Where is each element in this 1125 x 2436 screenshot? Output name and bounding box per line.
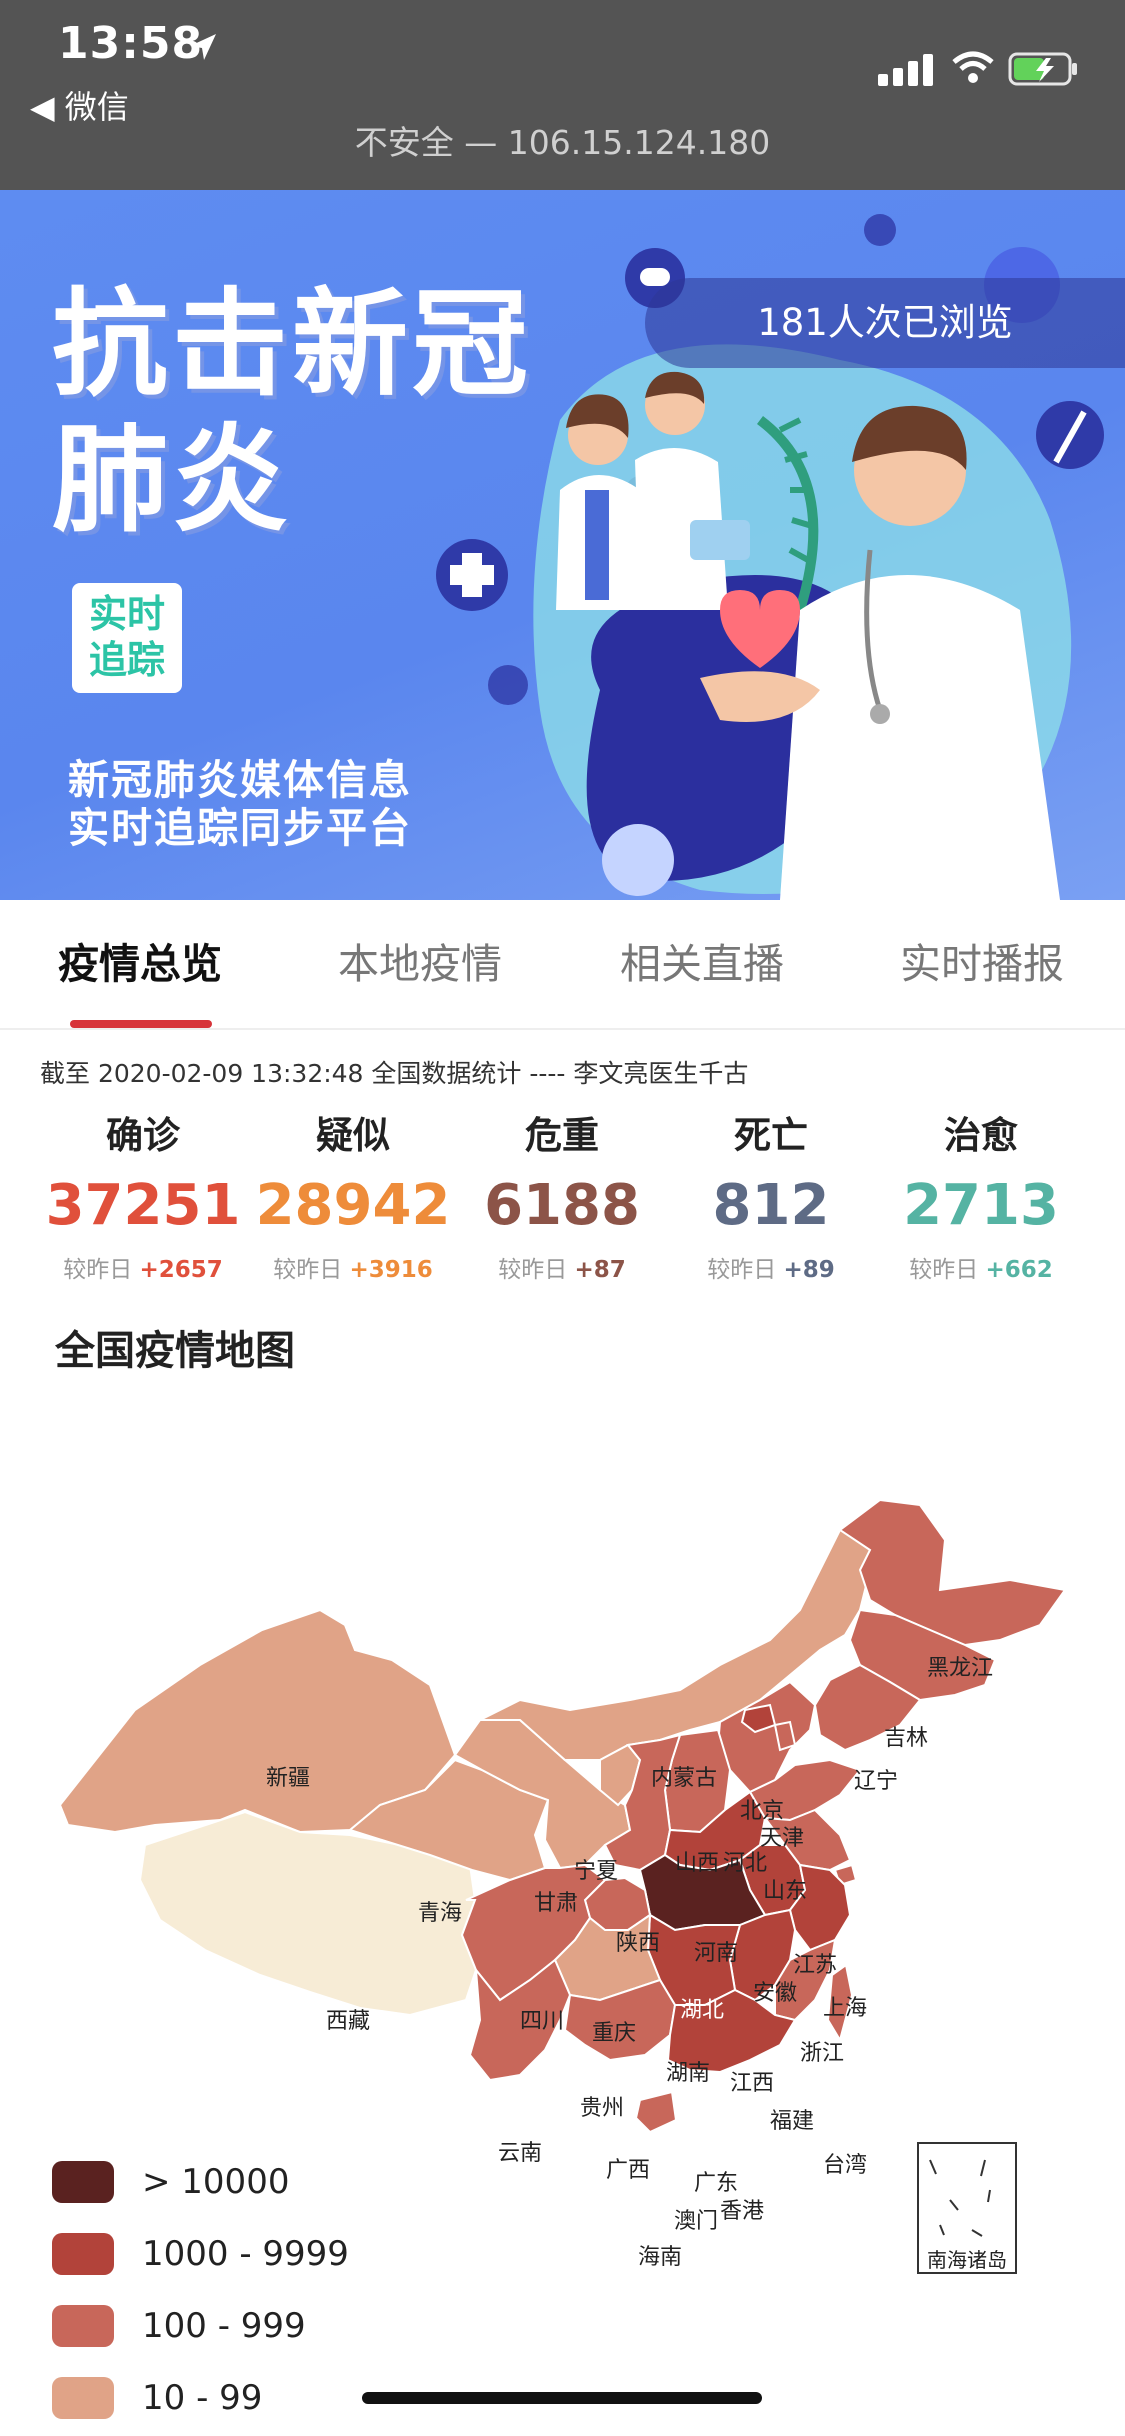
label-guangdong: 广东 <box>694 2171 738 2196</box>
label-hebei: 河北 <box>723 1851 767 1876</box>
status-and-url-bar: 13:58 ◀ 微信 不安全 — 106.15.124.180 <box>0 0 1125 190</box>
label-jilin: 吉林 <box>884 1726 928 1751</box>
data-timestamp: 截至 2020-02-09 13:32:48 全国数据统计 ---- 李文亮医生… <box>40 1059 749 1088</box>
home-indicator[interactable] <box>362 2392 762 2404</box>
label-nanhai: 南海诸岛 <box>927 2248 1007 2272</box>
legend-label: 1000 - 9999 <box>142 2234 349 2274</box>
stat-compare: 较昨日 +87 <box>457 1250 667 1284</box>
realtime-tag: 实时 追踪 <box>72 583 182 693</box>
cell-signal-icon <box>878 52 936 86</box>
stat-compare: 较昨日 +89 <box>666 1250 876 1284</box>
label-neimenggu: 内蒙古 <box>651 1766 717 1791</box>
stat-delta: +87 <box>574 1257 626 1283</box>
label-gansu: 甘肃 <box>534 1891 578 1916</box>
clock: 13:58 <box>58 18 204 69</box>
location-arrow-icon <box>190 34 216 60</box>
label-tianjin: 天津 <box>760 1826 804 1851</box>
stat-compare: 较昨日 +3916 <box>248 1250 458 1284</box>
stat-delta: +2657 <box>139 1257 223 1283</box>
stat-recovered: 治愈 2713 较昨日 +662 <box>876 1105 1086 1284</box>
label-anhui: 安徽 <box>753 1981 797 2006</box>
label-liaoning: 辽宁 <box>854 1769 898 1794</box>
label-jiangsu: 江苏 <box>793 1953 837 1978</box>
map-section-title: 全国疫情地图 <box>55 1328 295 1374</box>
label-taiwan: 台湾 <box>823 2153 867 2178</box>
label-sichuan: 四川 <box>520 2009 564 2034</box>
label-ningxia: 宁夏 <box>574 1859 618 1884</box>
label-xianggang: 香港 <box>720 2199 764 2224</box>
label-beijing: 北京 <box>740 1799 784 1824</box>
stat-compare: 较昨日 +2657 <box>38 1250 248 1284</box>
stat-label: 死亡 <box>734 1114 808 1157</box>
label-qinghai: 青海 <box>418 1901 462 1926</box>
url-bar[interactable]: 不安全 — 106.15.124.180 <box>0 116 1125 164</box>
battery-charging-icon <box>1008 52 1077 86</box>
compare-label: 较昨日 <box>909 1257 979 1283</box>
view-count-badge: 181人次已浏览 <box>645 278 1125 368</box>
stat-value: 6188 <box>484 1173 640 1238</box>
stat-compare: 较昨日 +662 <box>876 1250 1086 1284</box>
label-xinjiang: 新疆 <box>266 1766 310 1791</box>
stat-label: 治愈 <box>944 1114 1018 1157</box>
banner-subtitle-line2: 实时追踪同步平台 <box>68 804 412 852</box>
label-hainan: 海南 <box>638 2245 682 2270</box>
legend-label: 10 - 99 <box>142 2378 263 2418</box>
compare-label: 较昨日 <box>273 1257 343 1283</box>
tab-realtime-feed[interactable]: 实时播报 <box>862 900 1102 1028</box>
label-fujian: 福建 <box>770 2109 814 2134</box>
tab-local[interactable]: 本地疫情 <box>300 900 540 1028</box>
tab-live[interactable]: 相关直播 <box>582 900 822 1028</box>
legend-swatch-100 <box>52 2305 114 2347</box>
label-shandong: 山东 <box>763 1879 807 1904</box>
tab-overview[interactable]: 疫情总览 <box>20 900 260 1028</box>
label-chongqing: 重庆 <box>592 2021 636 2046</box>
stat-delta: +662 <box>985 1257 1053 1283</box>
tab-bar: 疫情总览 本地疫情 相关直播 实时播报 <box>0 900 1125 1030</box>
stat-label: 确诊 <box>106 1114 180 1157</box>
label-shaanxi: 陕西 <box>616 1931 660 1956</box>
stat-delta: +3916 <box>349 1257 433 1283</box>
banner-title-line2: 肺炎 <box>52 413 292 548</box>
province-shapes <box>58 1498 1067 2134</box>
label-shanghai: 上海 <box>823 1996 867 2021</box>
label-shanxi: 山西 <box>675 1851 719 1876</box>
label-zhejiang: 浙江 <box>800 2041 844 2066</box>
label-guizhou: 贵州 <box>580 2096 624 2121</box>
label-henan: 河南 <box>694 1941 738 1966</box>
compare-label: 较昨日 <box>707 1257 777 1283</box>
stat-value: 812 <box>712 1173 830 1238</box>
legend-swatch-1000 <box>52 2233 114 2275</box>
stat-delta: +89 <box>783 1257 835 1283</box>
label-aomen: 澳门 <box>674 2209 718 2234</box>
label-heilongjiang: 黑龙江 <box>927 1656 993 1681</box>
wifi-icon <box>952 51 994 83</box>
active-tab-indicator <box>70 1020 212 1028</box>
label-yunnan: 云南 <box>498 2141 542 2166</box>
stat-value: 37251 <box>45 1173 241 1238</box>
compare-label: 较昨日 <box>63 1257 133 1283</box>
province-hainan[interactable] <box>634 2090 678 2134</box>
stat-value: 28942 <box>255 1173 451 1238</box>
legend-swatch-10 <box>52 2377 114 2419</box>
stat-confirmed: 确诊 37251 较昨日 +2657 <box>38 1105 248 1284</box>
label-jiangxi: 江西 <box>730 2071 774 2096</box>
stat-suspected: 疑似 28942 较昨日 +3916 <box>248 1105 458 1284</box>
label-hubei: 湖北 <box>680 1998 724 2023</box>
hero-banner: 抗击新冠 肺炎 实时 追踪 新冠肺炎媒体信息 实时追踪同步平台 181人次已浏览 <box>0 190 1125 900</box>
legend-label: 100 - 999 <box>142 2306 306 2346</box>
stat-deaths: 死亡 812 较昨日 +89 <box>666 1105 876 1284</box>
label-xizang: 西藏 <box>326 2009 370 2034</box>
label-hunan: 湖南 <box>666 2061 710 2086</box>
stat-value: 2713 <box>903 1173 1059 1238</box>
tag-line1: 实时 <box>88 592 165 636</box>
legend-label: > 10000 <box>142 2162 290 2202</box>
stat-label: 危重 <box>525 1114 599 1157</box>
label-guangxi: 广西 <box>606 2158 650 2183</box>
legend-swatch-10000 <box>52 2161 114 2203</box>
stat-label: 疑似 <box>316 1114 390 1157</box>
stat-critical: 危重 6188 较昨日 +87 <box>457 1105 667 1284</box>
compare-label: 较昨日 <box>498 1257 568 1283</box>
tag-line2: 追踪 <box>88 638 165 682</box>
